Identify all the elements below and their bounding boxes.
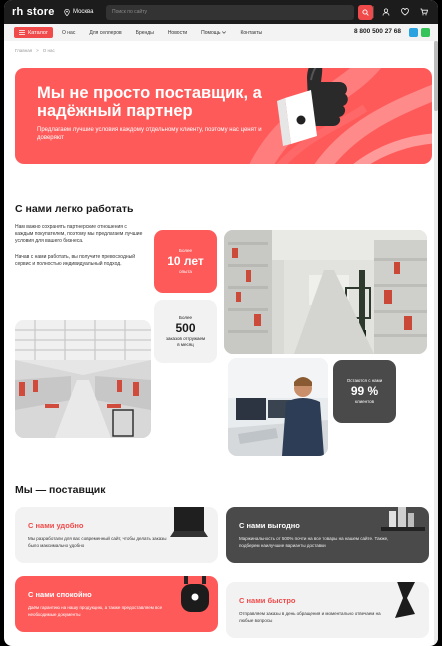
chevron-down-icon [222, 31, 227, 34]
feature-title: С нами быстро [239, 596, 296, 605]
feature-text: Маржинальность от 500% почти на все това… [239, 536, 389, 548]
warehouse-image [224, 230, 427, 354]
nav-item-about[interactable]: О нас [62, 30, 75, 36]
scrollbar-thumb[interactable] [434, 41, 438, 111]
breadcrumb-separator: > [36, 48, 39, 53]
hourglass-illustration [395, 582, 415, 618]
padlock-illustration [181, 576, 209, 612]
feature-title: С нами спокойно [28, 590, 92, 599]
thumbs-up-illustration [277, 68, 348, 146]
city-selector[interactable]: Москва [64, 8, 106, 16]
page: rh store Москва Каталог О нас Для селлер… [4, 0, 438, 646]
nav-item-help[interactable]: Помощь [201, 29, 227, 36]
divider [373, 6, 374, 18]
menu-icon [19, 30, 25, 35]
stat-card-clients: Остаются с нами 99 % клиентов [333, 360, 396, 423]
city-label: Москва [73, 9, 94, 15]
catalog-button[interactable]: Каталог [14, 27, 53, 38]
office-image [228, 358, 328, 456]
telegram-icon[interactable] [409, 28, 418, 37]
stat-number: 10 лет [167, 254, 204, 268]
easy-paragraph-2: Начав с нами работать, вы получите прево… [15, 254, 136, 267]
nav-item-news[interactable]: Новости [168, 30, 187, 36]
breadcrumb-home[interactable]: Главная [15, 48, 32, 53]
nav-item-help-label: Помощь [201, 29, 221, 36]
office-photo [228, 358, 328, 456]
search-bar [106, 4, 373, 20]
feature-card-convenient: С нами удобно Мы разработали для вас сов… [15, 507, 218, 563]
whatsapp-icon[interactable] [421, 28, 430, 37]
header-actions [373, 0, 428, 24]
breadcrumb: Главная > О нас [15, 48, 55, 53]
scrollbar[interactable] [434, 41, 438, 646]
warehouse-photo-2 [15, 320, 151, 438]
catalog-label: Каталог [28, 29, 48, 36]
feature-title: С нами удобно [28, 521, 84, 530]
stat-post: опыта [179, 269, 192, 274]
hero-subtitle: Предлагаем лучшие условия каждому отдель… [37, 127, 262, 141]
search-button[interactable] [358, 4, 373, 20]
messengers [409, 28, 430, 37]
top-bar: rh store Москва [4, 0, 438, 24]
stat-number: 99 % [350, 384, 379, 398]
user-icon[interactable] [382, 8, 390, 16]
search-icon [362, 8, 369, 16]
logo[interactable]: rh store [12, 6, 64, 18]
nav-item-brands[interactable]: Бренды [136, 30, 154, 36]
breadcrumb-current: О нас [42, 48, 55, 53]
browser-frame: rh store Москва Каталог О нас Для селлер… [0, 0, 442, 646]
feature-card-profitable: С нами выгодно Маржинальность от 500% по… [226, 507, 429, 563]
warehouse-image [15, 320, 151, 438]
heart-icon[interactable] [401, 8, 409, 16]
feature-text: Даём гарантию на нашу продукцию, а также… [28, 605, 163, 617]
phone-number[interactable]: 8 800 500 27 68 [354, 28, 401, 35]
stat-post: клиентов [354, 399, 375, 404]
stat-number: 500 [175, 321, 196, 335]
feature-text: Мы разработали для вас современный сайт,… [28, 536, 167, 548]
cart-icon[interactable] [420, 8, 428, 16]
stat-post: заказов отгружаем в месяц [165, 336, 206, 347]
feature-card-fast: С нами быстро Отправляем заказы в день о… [226, 582, 429, 638]
feature-title: С нами выгодно [239, 521, 300, 530]
search-input[interactable] [112, 9, 312, 15]
nav-item-sellers[interactable]: Для селлеров [89, 30, 121, 36]
stat-card-experience: Более 10 лет опыта [154, 230, 217, 293]
hero-title: Мы не просто поставщик, а надёжный партн… [37, 84, 262, 120]
location-icon [64, 8, 70, 16]
stat-card-orders: Более 500 заказов отгружаем в месяц [154, 300, 217, 363]
warehouse-photo-1 [224, 230, 427, 354]
section-title-supplier: Мы — поставщик [15, 484, 106, 496]
nav-bar: Каталог О нас Для селлеров Бренды Новост… [4, 24, 438, 41]
feature-card-reliable: С нами спокойно Даём гарантию на нашу пр… [15, 576, 218, 632]
hero-banner: Мы не просто поставщик, а надёжный партн… [15, 68, 432, 164]
easy-paragraph-1: Нам важно сохранять партнерские отношени… [15, 224, 143, 244]
nav-item-contacts[interactable]: Контакты [240, 30, 262, 36]
section-title-easy: С нами легко работать [15, 203, 134, 215]
feature-text: Отправляем заказы в день обращения и мом… [239, 611, 381, 623]
